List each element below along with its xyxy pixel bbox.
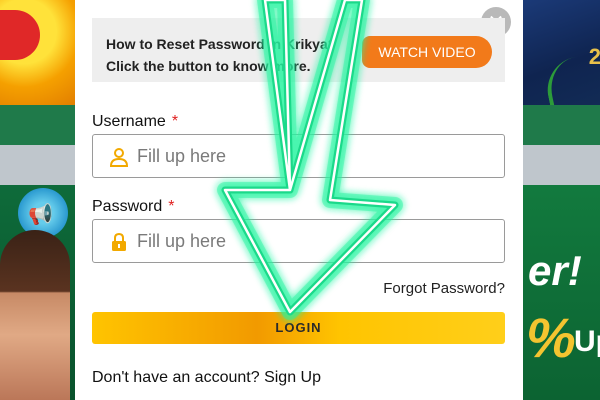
bg-leaf-decoration [541,56,585,112]
bg-banner-top-left [0,0,80,105]
password-label: Password * [92,198,174,216]
password-field[interactable] [92,219,505,263]
promo-text-up: Up [574,325,600,358]
password-help-text: How to Reset Password in Krikya? Click t… [106,36,337,74]
username-input[interactable] [137,135,487,177]
promo-text-percent: % [526,306,576,369]
username-field[interactable] [92,134,505,178]
bg-red-shape [0,10,40,60]
promo-text-er: er! [528,247,582,294]
password-input[interactable] [137,220,487,262]
username-label-text: Username [92,113,166,130]
bg-gold-text: 2 [588,44,600,69]
required-mark: * [171,113,179,130]
forgot-password-link[interactable]: Forgot Password? [383,280,505,297]
password-help-box: How to Reset Password in Krikya? Click t… [92,18,505,82]
bg-promo-right: er! % Up [522,185,600,400]
lock-icon [112,232,126,251]
signup-prompt: Don't have an account? Sign Up [92,369,321,387]
sign-up-link[interactable]: Sign Up [264,369,321,386]
login-button[interactable]: LOGIN [92,312,505,344]
user-icon [109,148,129,167]
watch-video-button[interactable]: WATCH VIDEO [362,36,492,68]
bg-person-image [0,230,70,400]
required-mark: * [168,198,175,215]
bg-banner-top-right: 2 [522,0,600,112]
password-label-text: Password [92,198,163,215]
no-account-text: Don't have an account? [92,369,260,386]
username-label: Username * [92,113,178,131]
